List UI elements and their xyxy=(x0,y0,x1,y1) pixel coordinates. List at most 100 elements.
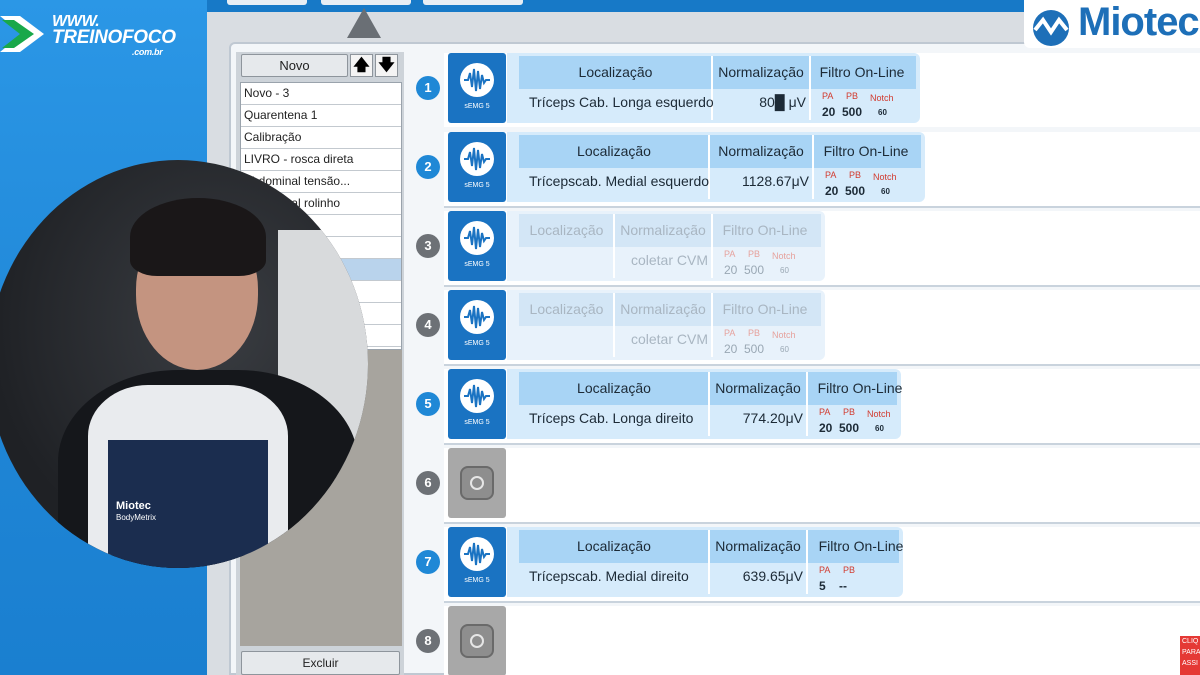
column-separator xyxy=(711,293,713,357)
filter-notch-label: Notch xyxy=(772,330,796,340)
list-item[interactable]: Novo - 3 xyxy=(241,83,401,105)
header-normalizacao: Normalização xyxy=(715,380,801,396)
filter-pa-label: PA xyxy=(819,565,831,575)
semg-wave-icon xyxy=(460,142,494,176)
filter-pb-label: PB xyxy=(846,91,859,101)
channel-number-badge: 7 xyxy=(416,550,440,574)
filter-pb-value: 500 xyxy=(839,421,860,435)
normalization-value[interactable]: 639.65μV xyxy=(743,568,803,584)
youtube-subscribe-badge[interactable]: CLIQ PARA ASSI xyxy=(1180,636,1200,675)
shirt-logo: Miotec BodyMetrix xyxy=(116,500,156,524)
filter-pb-label: PB xyxy=(849,170,862,180)
filter-pb-label: PB xyxy=(843,407,856,417)
channel-config-panel[interactable]: Localização Normalização Filtro On-Line Trí… xyxy=(507,132,925,202)
channel-number-badge: 4 xyxy=(416,313,440,337)
semg-wave-icon xyxy=(460,379,494,413)
normalization-value[interactable]: coletar CVM xyxy=(631,252,708,268)
shirt-sub: BodyMetrix xyxy=(116,513,157,522)
shirt-brand: Miotec xyxy=(116,500,151,512)
header-normalizacao: Normalização xyxy=(715,538,801,554)
channel-config-panel[interactable]: Localização Normalização Filtro On-Line Trí… xyxy=(507,53,920,123)
location-value[interactable]: Tríceps Cab. Longa direito xyxy=(529,410,693,426)
sensor-button[interactable]: sEMG 5 xyxy=(448,527,506,597)
channel-number-badge: 3 xyxy=(416,234,440,258)
list-item[interactable]: Calibração xyxy=(241,127,401,149)
sensor-label: sEMG 5 xyxy=(464,182,490,189)
filter-pb-label: PB xyxy=(748,249,761,259)
list-item[interactable]: LIVRO - rosca direta xyxy=(241,149,401,171)
column-separator xyxy=(809,56,811,120)
channel-row-background xyxy=(444,606,1200,675)
header-filtro-online: Filtro On-Line xyxy=(823,143,909,159)
column-separator xyxy=(708,135,710,199)
header-filtro-online: Filtro On-Line xyxy=(818,538,904,554)
sensor-button[interactable]: sEMG 5 xyxy=(448,290,506,360)
channel-config-panel[interactable]: Localização Normalização Filtro On-Line col… xyxy=(507,211,825,281)
brand-name: Miotec xyxy=(1078,0,1200,44)
normalization-value[interactable]: 1128.67μV xyxy=(742,173,809,189)
column-separator xyxy=(708,530,710,594)
sensor-button[interactable]: sEMG 5 xyxy=(448,369,506,439)
logo-line-treino: TREINO xyxy=(52,27,122,48)
filter-pb-value: 500 xyxy=(744,342,765,356)
sensor-label: sEMG 5 xyxy=(464,340,490,347)
header-localizacao: Localização xyxy=(529,222,604,238)
column-separator xyxy=(613,214,615,278)
novo-button[interactable]: Novo xyxy=(241,54,348,77)
yt-line-3: ASSI xyxy=(1182,660,1198,667)
filter-notch-label: Notch xyxy=(870,93,894,103)
semg-wave-icon xyxy=(460,300,494,334)
top-tab-2[interactable] xyxy=(321,0,411,5)
channel-config-panel[interactable]: Localização Normalização Filtro On-Line col… xyxy=(507,290,825,360)
filter-pa-value: 5 xyxy=(819,579,826,593)
filter-pb-label: PB xyxy=(843,565,856,575)
normalization-value[interactable]: coletar CVM xyxy=(631,331,708,347)
column-separator xyxy=(806,530,808,594)
empty-channel-slot[interactable] xyxy=(448,606,506,675)
header-localizacao: Localização xyxy=(578,64,653,80)
logo-line-domain: .com.br xyxy=(132,47,163,57)
channel-config-panel[interactable]: Localização Normalização Filtro On-Line Trí… xyxy=(507,369,902,439)
top-tab-1[interactable] xyxy=(227,0,307,5)
filter-pa-label: PA xyxy=(822,91,834,101)
yt-line-1: CLIQ xyxy=(1182,638,1199,645)
filter-notch-label: Notch xyxy=(772,251,796,261)
header-localizacao: Localização xyxy=(577,538,651,554)
filter-notch-value: 60 xyxy=(875,424,884,433)
sensor-button[interactable]: sEMG 5 xyxy=(448,132,506,202)
column-separator xyxy=(711,56,713,120)
filter-pa-label: PA xyxy=(819,407,831,417)
header-normalizacao: Normalização xyxy=(718,64,804,80)
column-separator xyxy=(708,372,710,436)
location-value[interactable]: Trícepscab. Medial esquerdo xyxy=(529,173,709,189)
semg-wave-icon xyxy=(460,537,494,571)
sensor-button[interactable]: sEMG 5 xyxy=(448,53,506,123)
filter-pa-value: 20 xyxy=(724,263,738,277)
filter-notch-value: 60 xyxy=(780,345,789,354)
header-filtro-online: Filtro On-Line xyxy=(722,301,808,317)
sensor-dots-icon xyxy=(470,476,484,490)
excluir-button[interactable]: Excluir xyxy=(241,651,400,675)
person-hair xyxy=(130,198,266,276)
normalization-value[interactable]: 774.20μV xyxy=(743,410,803,426)
top-tab-3[interactable] xyxy=(423,0,523,5)
sensor-button[interactable]: sEMG 5 xyxy=(448,211,506,281)
location-value[interactable]: Trícepscab. Medial direito xyxy=(529,568,689,584)
move-down-button[interactable]: 🡇 xyxy=(375,54,398,77)
channel-number-badge: 5 xyxy=(416,392,440,416)
column-separator xyxy=(812,135,814,199)
header-normalizacao: Normalização xyxy=(620,222,706,238)
filter-pb-value: 500 xyxy=(744,263,765,277)
webcam-overlay: Miotec BodyMetrix xyxy=(0,160,368,568)
filter-notch-label: Notch xyxy=(873,172,897,182)
channel-config-panel[interactable]: Localização Normalização Filtro On-Line Trí… xyxy=(507,527,903,597)
location-value[interactable]: Tríceps Cab. Longa esquerdo xyxy=(529,94,714,110)
yt-line-2: PARA xyxy=(1182,649,1200,656)
header-localizacao: Localização xyxy=(529,301,604,317)
move-up-button[interactable]: 🡅 xyxy=(350,54,373,77)
list-item[interactable]: Quarentena 1 xyxy=(241,105,401,127)
empty-channel-slot[interactable] xyxy=(448,448,506,518)
normalization-value[interactable]: 80█ μV xyxy=(759,94,806,110)
header-filtro-online: Filtro On-Line xyxy=(819,64,905,80)
filter-pb-value: 500 xyxy=(845,184,866,198)
